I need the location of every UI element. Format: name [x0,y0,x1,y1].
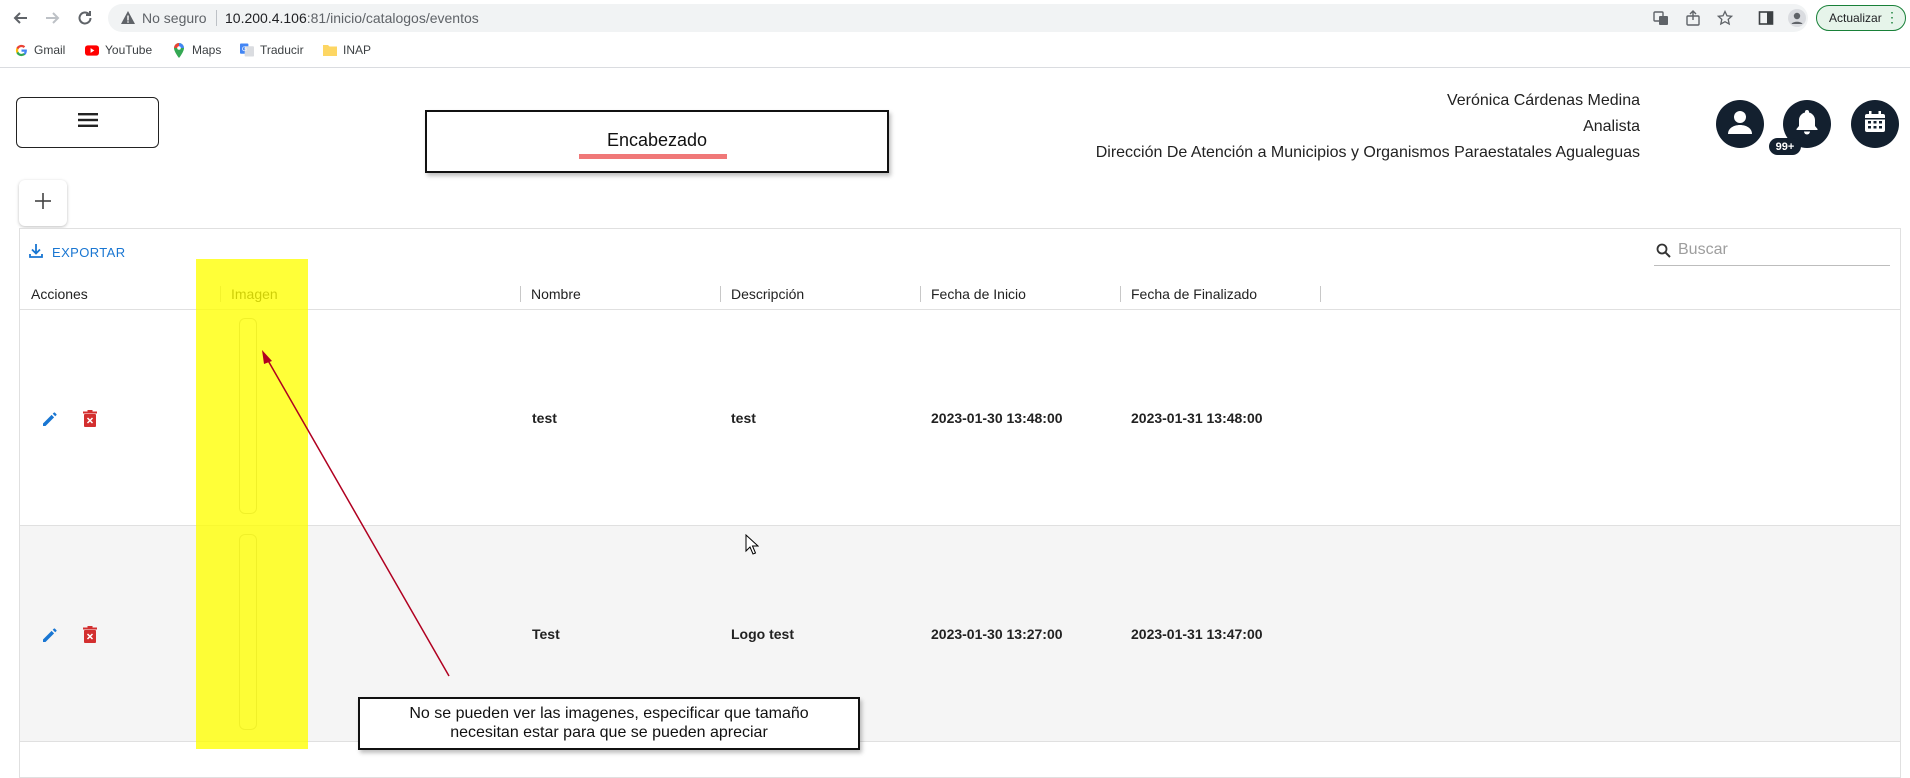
cell-fecha-fin: 2023-01-31 13:47:00 [1131,626,1263,642]
broken-image [239,534,257,730]
cell-descripcion: Logo test [731,626,794,642]
bookmark-label: INAP [343,43,372,57]
profile-icon[interactable] [1787,8,1807,28]
bookmarks-bar: Gmail YouTube Maps G Traducir INAP [0,38,1910,62]
delete-icon[interactable] [79,624,101,646]
translate-icon: G [240,43,254,57]
reload-icon[interactable] [73,6,97,30]
table-row[interactable]: Test Logo test 2023-01-30 13:27:00 2023-… [20,526,1900,742]
share-icon[interactable] [1684,9,1702,27]
broken-image [239,318,257,514]
cell-nombre: test [532,410,557,426]
column-header-fecha-inicio[interactable]: Fecha de Inicio [931,279,1026,309]
bookmark-gmail[interactable]: Gmail [14,41,65,59]
menu-button[interactable] [16,97,159,148]
column-separator[interactable] [720,286,721,302]
back-icon[interactable] [9,6,33,30]
page-title: Encabezado [606,130,708,150]
calendar-icon [1863,110,1887,139]
add-button[interactable] [19,180,67,226]
table-row[interactable]: test test 2023-01-30 13:48:00 2023-01-31… [20,310,1900,526]
more-icon[interactable]: ⋮ [1885,10,1899,24]
update-label: Actualizar [1829,11,1882,25]
column-header-fecha-fin[interactable]: Fecha de Finalizado [1131,279,1257,309]
header-title-box: Encabezado [425,110,889,173]
person-icon [1726,108,1754,141]
address-bar[interactable]: No seguro 10.200.4.106:81/inicio/catalog… [108,4,1808,32]
column-header-descripcion[interactable]: Descripción [731,279,804,309]
column-separator[interactable] [220,286,221,302]
google-icon [14,43,28,57]
bookmark-traducir[interactable]: G Traducir [240,41,304,59]
download-icon [28,243,44,262]
cell-fecha-fin: 2023-01-31 13:48:00 [1131,410,1263,426]
bookmark-maps[interactable]: Maps [172,41,221,59]
url-path: :81/inicio/catalogos/eventos [306,10,479,26]
column-header-nombre[interactable]: Nombre [531,279,581,309]
annotation-line-2: necesitan estar para que se pueden aprec… [450,724,768,741]
user-name: Verónica Cárdenas Medina [1446,92,1640,109]
events-grid: EXPORTAR Acciones Imagen Nombre Descripc… [19,228,1901,778]
maps-icon [172,42,186,58]
warning-icon [120,10,136,31]
forward-icon[interactable] [40,6,64,30]
bell-icon [1795,109,1819,140]
user-department: Dirección De Atención a Municipios y Org… [1095,144,1640,161]
plus-icon [35,192,51,214]
youtube-icon [85,43,99,57]
column-separator[interactable] [1320,286,1321,302]
cell-descripcion: test [731,410,756,426]
star-icon[interactable] [1716,9,1734,27]
mouse-cursor-icon [745,534,759,555]
edit-icon[interactable] [39,408,61,430]
profile-button[interactable] [1716,100,1764,148]
url-text[interactable]: 10.200.4.106:81/inicio/catalogos/eventos [225,10,479,26]
side-panel-icon[interactable] [1756,8,1776,28]
annotation-note: No se pueden ver las imagenes, especific… [358,697,860,750]
bookmark-label: YouTube [105,43,153,57]
divider [216,10,217,26]
bookmark-youtube[interactable]: YouTube [85,41,152,59]
user-info: Verónica Cárdenas Medina Analista Direcc… [1096,88,1640,166]
divider [0,67,1910,68]
translate-page-icon[interactable] [1652,9,1670,27]
delete-icon[interactable] [79,408,101,430]
bookmark-label: Maps [192,43,222,57]
cell-nombre: Test [532,626,560,642]
url-host: 10.200.4.106 [225,10,307,26]
bookmark-label: Gmail [34,43,66,57]
calendar-button[interactable] [1851,100,1899,148]
cell-fecha-inicio: 2023-01-30 13:48:00 [931,410,1063,426]
search-field[interactable] [1654,235,1890,266]
column-separator[interactable] [1120,286,1121,302]
folder-icon [323,43,337,57]
column-header-imagen[interactable]: Imagen [231,279,278,309]
annotation-line-1: No se pueden ver las imagenes, especific… [409,705,809,722]
search-icon [1656,243,1671,263]
title-underline [579,154,727,159]
edit-icon[interactable] [39,624,61,646]
export-button[interactable]: EXPORTAR [28,243,126,262]
svg-text:G: G [242,46,247,53]
cell-fecha-inicio: 2023-01-30 13:27:00 [931,626,1063,642]
column-header-acciones[interactable]: Acciones [31,279,88,309]
export-label: EXPORTAR [52,245,126,260]
not-secure-label[interactable]: No seguro [142,10,207,26]
browser-toolbar: No seguro 10.200.4.106:81/inicio/catalog… [0,0,1910,36]
notification-badge: 99+ [1769,138,1801,155]
column-separator[interactable] [520,286,521,302]
user-role: Analista [1583,118,1640,135]
bookmark-inap[interactable]: INAP [323,41,371,59]
update-button[interactable]: Actualizar ⋮ [1816,5,1906,31]
bookmark-label: Traducir [260,43,304,57]
column-separator[interactable] [920,286,921,302]
hamburger-menu-icon [77,113,98,132]
search-input[interactable] [1676,238,1880,262]
